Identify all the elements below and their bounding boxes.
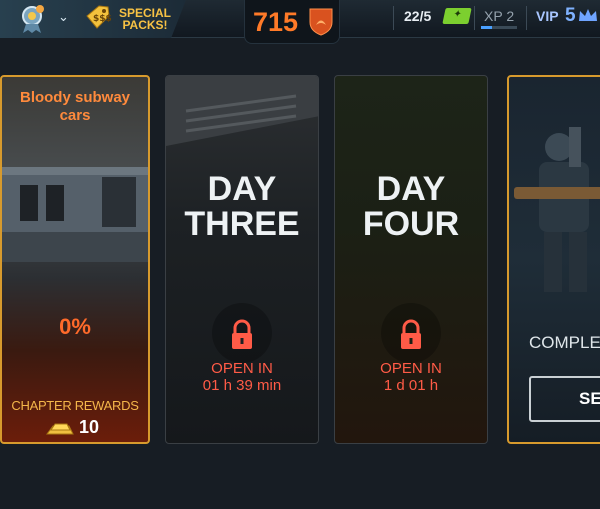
special-packs-link[interactable]: SPECIAL PACKS! <box>116 7 174 31</box>
unlock-time: 01 h 39 min <box>202 377 282 394</box>
unlock-label: OPEN IN <box>211 360 273 377</box>
price-tag-icon[interactable]: $$$ <box>83 4 111 34</box>
unlock-timer: OPEN IN 1 d 01 h <box>335 360 487 394</box>
subway-car-illustration <box>2 167 148 262</box>
chapter-title: DAY FOUR <box>362 170 460 243</box>
top-left-cluster: ⌄ $$$ SPECIAL PACKS! <box>0 0 186 38</box>
ticket-icon[interactable]: ✦ <box>442 8 472 24</box>
divider <box>474 6 475 30</box>
vip-level: 5 <box>565 5 576 26</box>
lock-icon <box>232 319 252 349</box>
gold-bars-icon <box>46 423 74 435</box>
coin-amount: 715 <box>253 7 299 37</box>
svg-text:$$$: $$$ <box>93 14 111 24</box>
xp-label: XP 2 <box>484 8 515 24</box>
crown-icon <box>579 9 597 21</box>
shield-coin-icon <box>309 8 333 36</box>
soldier-illustration <box>514 127 600 292</box>
lock-icon <box>401 319 421 349</box>
chapter-card-soldier[interactable]: COMPLET SE <box>507 75 600 444</box>
coin-balance[interactable]: 715 <box>244 0 340 44</box>
chapter-rewards-value: 10 <box>79 417 100 437</box>
rank-medal-icon[interactable] <box>18 4 46 34</box>
chapter-rewards-label: CHAPTER REWARDS <box>11 398 139 413</box>
see-button-label: SE <box>579 389 600 408</box>
chapter-title: Bloody subway cars <box>19 89 131 124</box>
see-button[interactable]: SE <box>529 376 600 422</box>
chevron-down-icon[interactable]: ⌄ <box>58 10 69 25</box>
unlock-label: OPEN IN <box>380 360 442 377</box>
xp-progress-bar <box>481 26 517 29</box>
chapter-progress: 0% <box>59 314 91 339</box>
complete-text: COMPLET <box>529 333 600 352</box>
unlock-timer: OPEN IN 01 h 39 min <box>166 360 318 394</box>
chapter-title: DAY THREE <box>184 170 300 243</box>
energy-counter: 22/5 <box>404 8 432 24</box>
chapter-card-bloody-subway[interactable]: Bloody subway cars 0% CHAPTER REWARDS 10 <box>0 75 150 444</box>
chapter-card-day-four[interactable]: DAY FOUR OPEN IN 1 d 01 h <box>334 75 488 444</box>
unlock-time: 1 d 01 h <box>383 377 439 394</box>
divider <box>393 6 394 30</box>
vip-label: VIP <box>536 8 559 24</box>
divider <box>526 6 527 30</box>
chapter-card-day-three[interactable]: DAY THREE OPEN IN 01 h 39 min <box>165 75 319 444</box>
